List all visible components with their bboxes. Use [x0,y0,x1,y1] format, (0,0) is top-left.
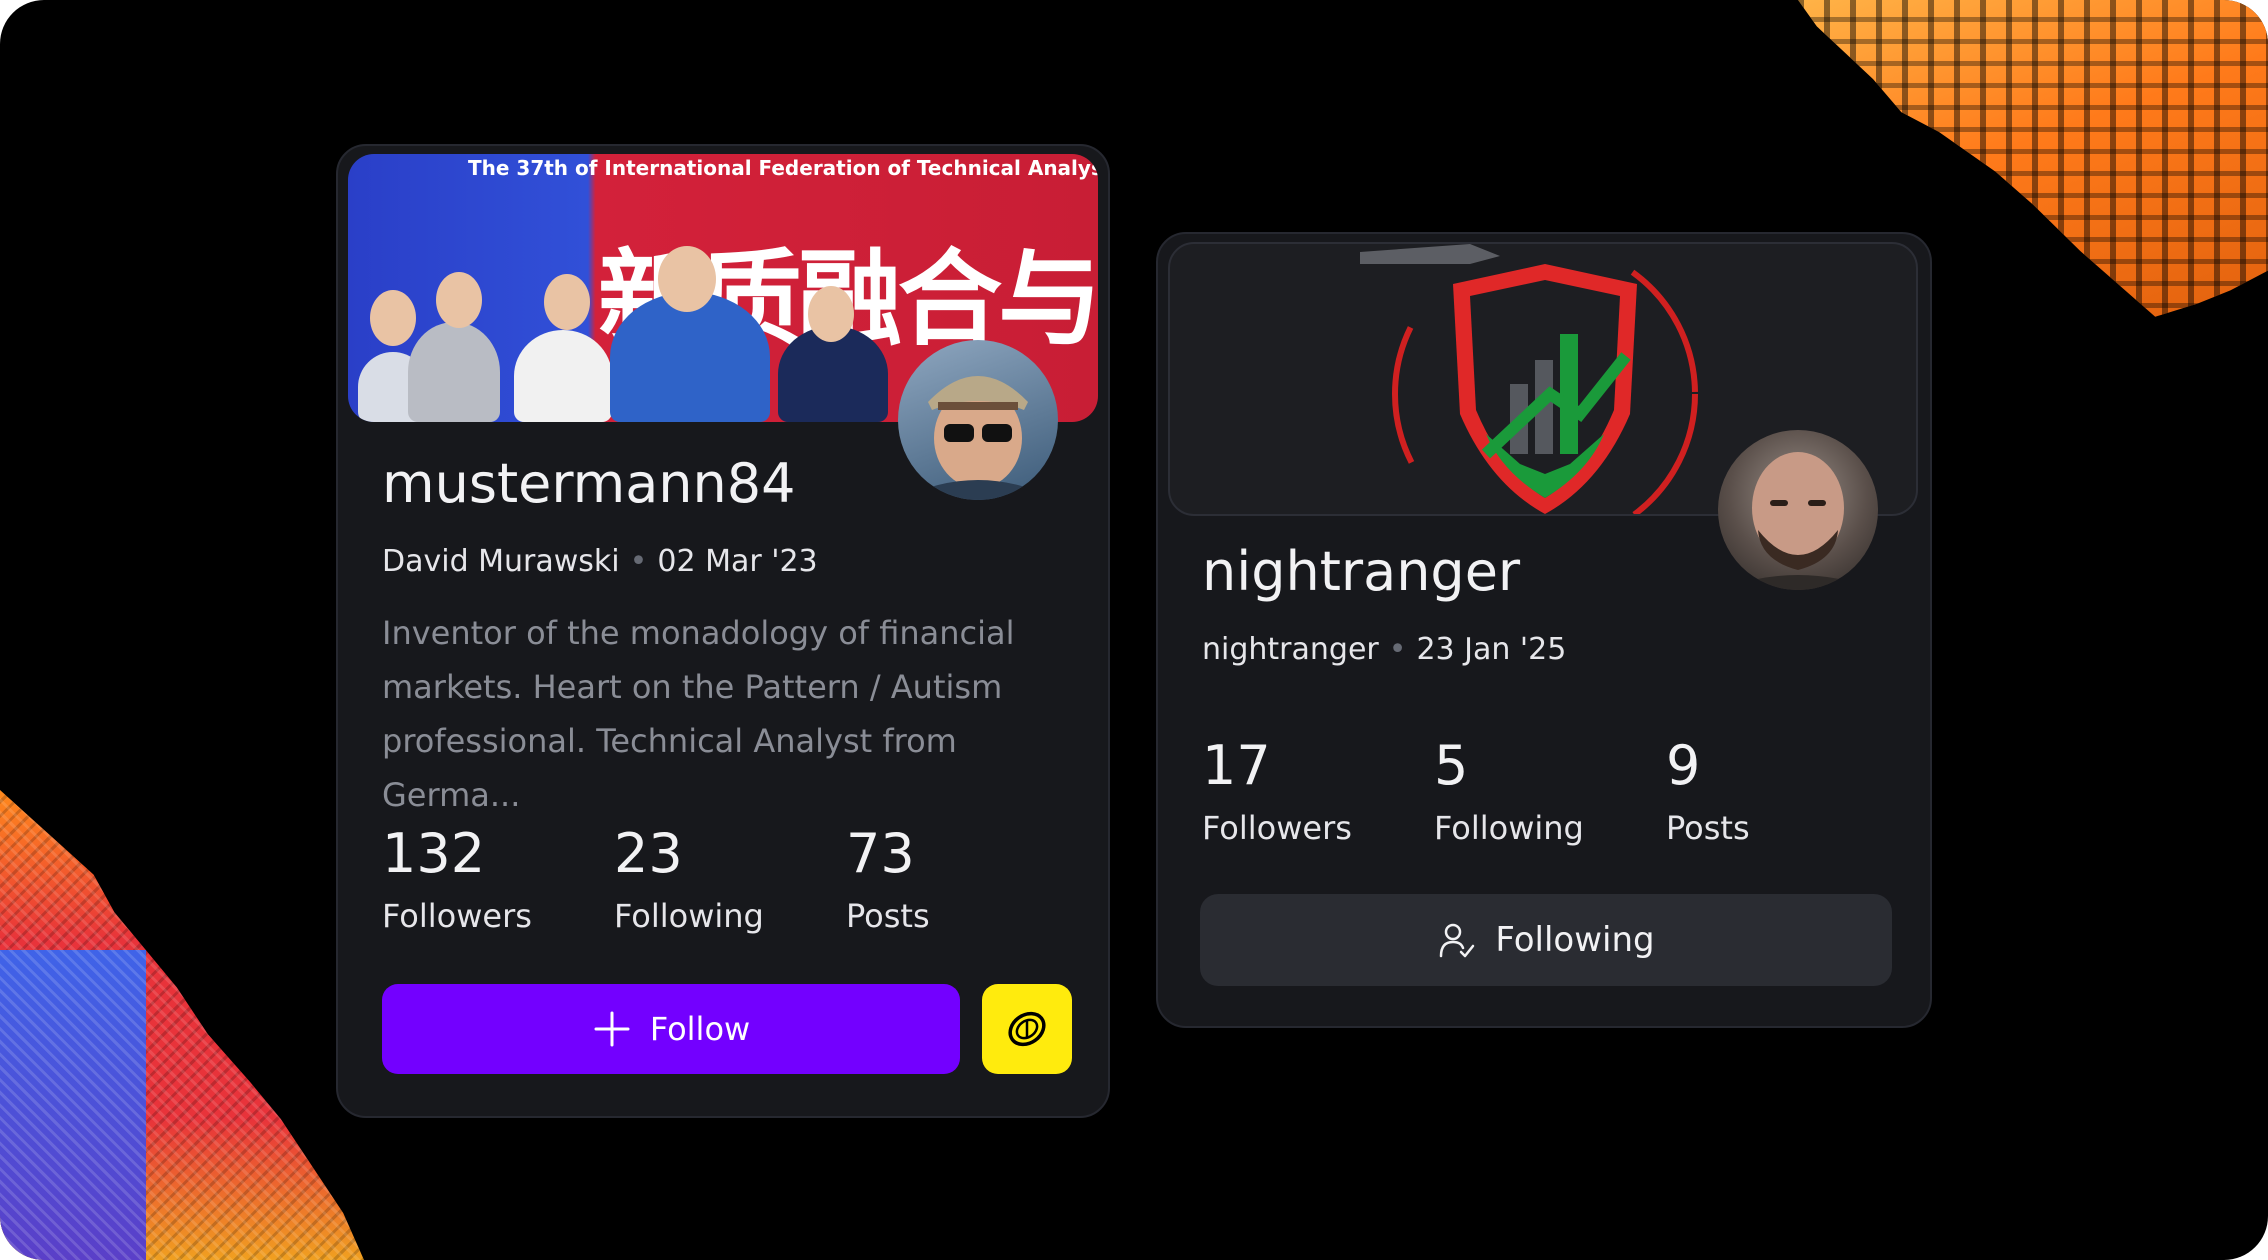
user-check-icon [1440,923,1475,958]
following-button-label: Following [1495,920,1655,960]
banner-person [514,330,612,422]
username[interactable]: nightranger [1202,540,1520,603]
avatar-portrait-icon [1718,452,1878,590]
stat-label: Posts [1666,809,1750,847]
follow-button[interactable]: Follow [382,984,960,1074]
stat-following[interactable]: 23 Following [614,822,764,935]
avatar-portrait-icon [898,376,1058,500]
coin-icon [1008,1011,1046,1047]
stat-label: Following [614,897,764,935]
stage: The 37th of International Federation of … [0,0,2268,1260]
stat-posts[interactable]: 9 Posts [1666,734,1750,847]
avatar[interactable] [1718,430,1878,590]
banner-person-head [658,246,716,312]
display-name: David Murawski [382,544,620,579]
avatar[interactable] [898,340,1058,500]
profile-bio: Inventor of the monadology of financial … [382,614,1015,814]
banner-caption: The 37th of International Federation of … [468,156,1098,180]
plus-icon [594,1011,630,1047]
separator-dot: • [629,544,648,579]
banner-person-head [808,286,854,342]
stat-followers[interactable]: 132 Followers [382,822,532,935]
stat-value: 23 [614,822,683,885]
stat-value: 17 [1202,734,1271,797]
tip-button[interactable] [982,984,1072,1074]
stat-label: Following [1434,809,1584,847]
decorative-texture-blue [0,950,146,1260]
banner-person [408,322,500,422]
following-button[interactable]: Following [1200,894,1892,986]
stat-label: Posts [846,897,930,935]
profile-meta: David Murawski • 02 Mar '23 [382,544,818,579]
display-name: nightranger [1202,632,1379,667]
stat-label: Followers [382,897,532,935]
stat-label: Followers [1202,809,1352,847]
join-date: 02 Mar '23 [657,544,818,579]
join-date: 23 Jan '25 [1416,632,1567,667]
profile-meta: nightranger • 23 Jan '25 [1202,632,1566,667]
separator-dot: • [1388,632,1407,667]
banner-person-head [370,290,416,346]
stat-value: 5 [1434,734,1469,797]
profile-card-nightranger[interactable]: nightranger nightranger • 23 Jan '25 17 Fo… [1156,232,1932,1028]
username[interactable]: mustermann84 [382,452,795,515]
stat-posts[interactable]: 73 Posts [846,822,930,935]
stat-value: 73 [846,822,915,885]
stat-following[interactable]: 5 Following [1434,734,1584,847]
stat-followers[interactable]: 17 Followers [1202,734,1352,847]
follow-button-label: Follow [649,1010,751,1048]
banner-person-head [544,274,590,330]
profile-card-mustermann84[interactable]: The 37th of International Federation of … [336,144,1110,1118]
stat-value: 9 [1666,734,1701,797]
stat-value: 132 [382,822,486,885]
banner-person-head [436,272,482,328]
